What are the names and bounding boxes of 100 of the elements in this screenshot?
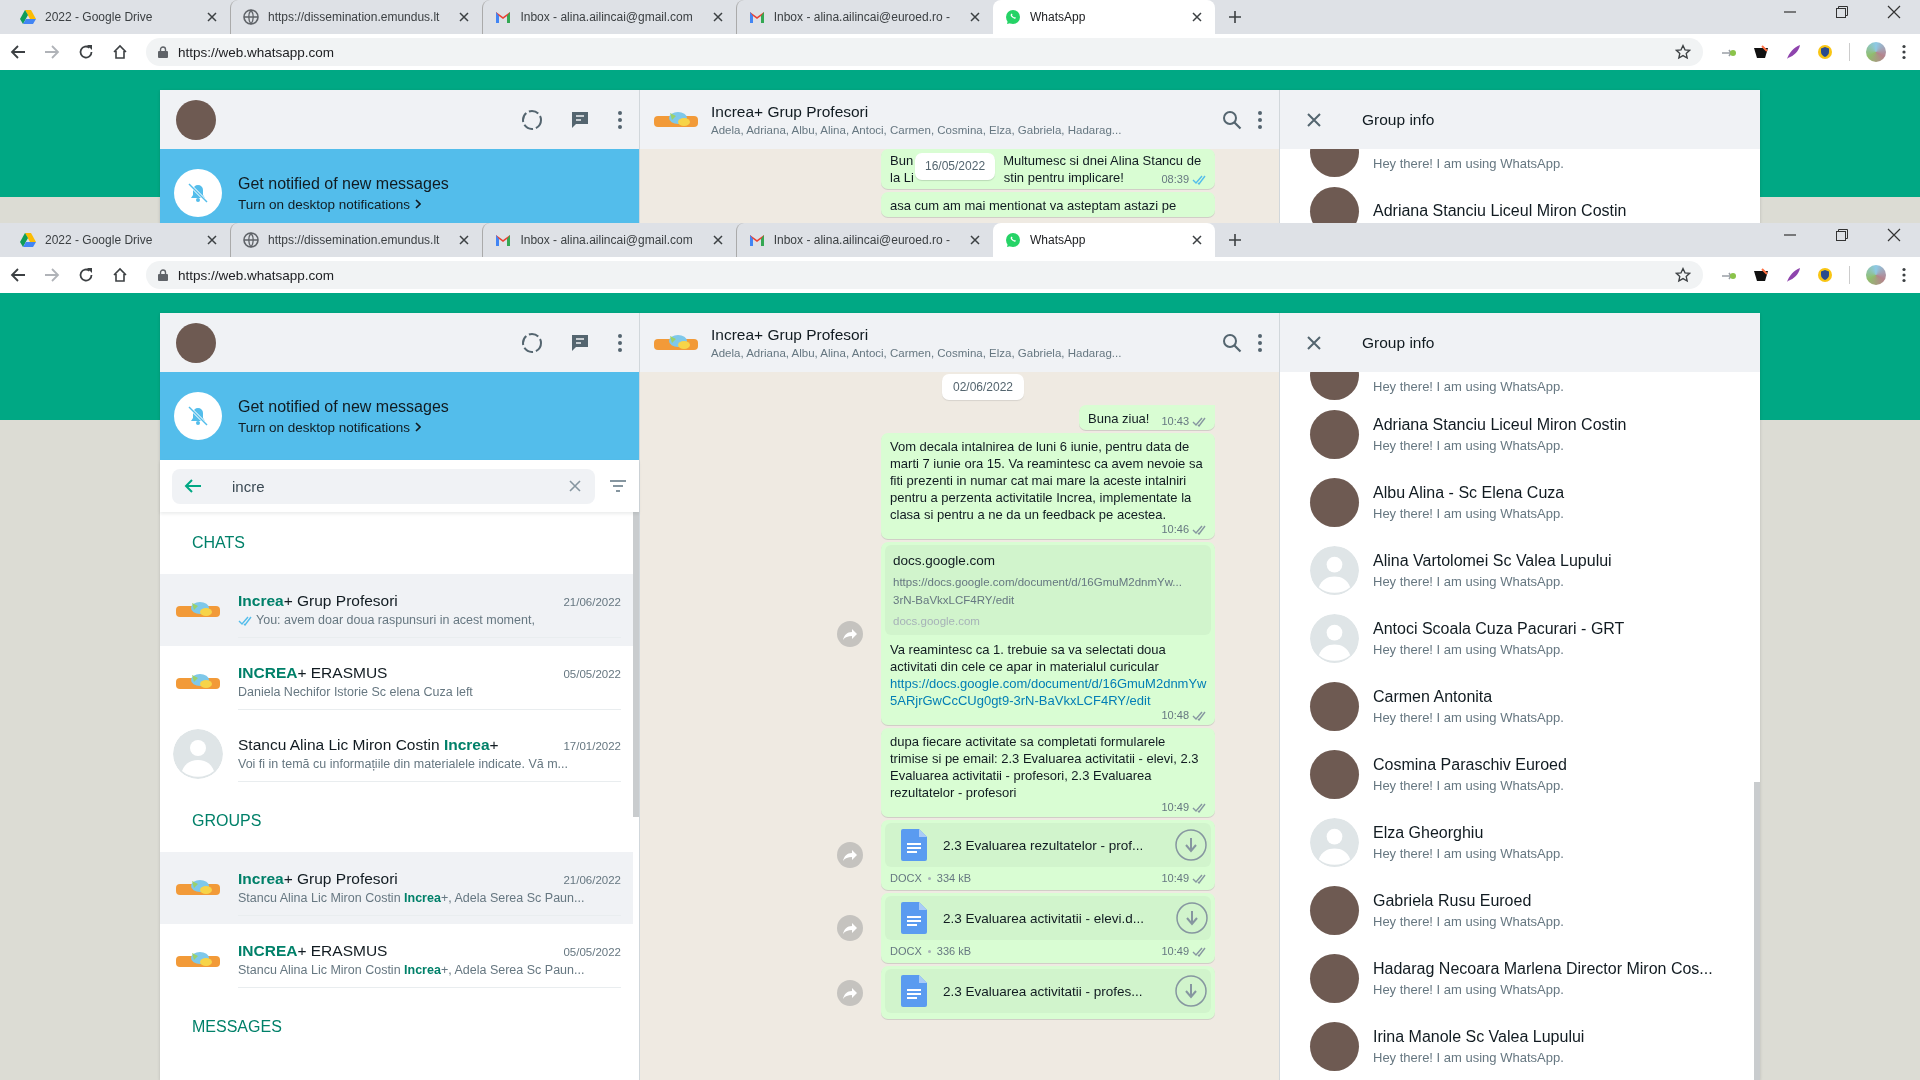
avatar bbox=[1310, 1021, 1359, 1071]
menu-icon[interactable] bbox=[617, 109, 623, 130]
back-arrow-icon[interactable] bbox=[10, 44, 26, 60]
restore-icon[interactable] bbox=[1835, 228, 1849, 242]
reload-icon[interactable] bbox=[78, 267, 94, 283]
default-avatar-icon bbox=[173, 729, 223, 779]
member-status: Hey there! I am using WhatsApp. bbox=[1373, 777, 1565, 793]
message-preview: Stancu Alina Lic Miron Costin Increa+, Adela Serea Sc Paun... bbox=[238, 963, 585, 977]
member-item[interactable]: Cosmina Paraschiv Euroed Hey there! I am using WhatsApp. bbox=[1280, 740, 1752, 808]
member-status: Hey there! I am using WhatsApp. bbox=[1373, 437, 1565, 453]
chat-list-item[interactable]: Increa+ Grup Profesori 21/06/2022 You: avem doar doua raspunsuri in acest moment, bbox=[160, 574, 633, 646]
search-icon[interactable] bbox=[1222, 109, 1242, 130]
download-icon[interactable] bbox=[1174, 975, 1207, 1007]
member-item[interactable]: Adriana Stanciu Liceul Miron Costin Hey there! I am using WhatsApp. bbox=[1280, 400, 1752, 468]
address-bar[interactable]: https://web.whatsapp.com bbox=[146, 261, 1703, 289]
download-icon[interactable] bbox=[1175, 829, 1208, 861]
browser-tab[interactable]: WhatsApp bbox=[992, 223, 1215, 257]
member-item[interactable]: Alina Vartolomei Sc Valea Lupului Hey there! I am using WhatsApp. bbox=[1280, 536, 1752, 604]
shield-icon[interactable] bbox=[1817, 267, 1833, 283]
member-name: Elza Gheorghiu bbox=[1373, 823, 1485, 842]
feather-icon[interactable] bbox=[1785, 44, 1801, 60]
member-item[interactable]: Hey there! I am using WhatsApp. bbox=[1280, 372, 1752, 400]
clear-icon[interactable] bbox=[569, 480, 581, 492]
panel-title: Group info bbox=[1362, 110, 1435, 129]
chat-date: 05/05/2022 bbox=[563, 946, 621, 958]
notification-banner[interactable]: Get notified of new messages Turn on desktop notifications bbox=[160, 149, 639, 223]
date-badge: 02/06/2022 bbox=[941, 374, 1025, 400]
download-icon[interactable] bbox=[1176, 902, 1209, 934]
reload-icon[interactable] bbox=[78, 44, 94, 60]
member-name: Albu Alina - Sc Elena Cuza bbox=[1373, 483, 1566, 502]
member-item[interactable]: Hey there! I am using WhatsApp. bbox=[1280, 149, 1752, 177]
shield-icon[interactable] bbox=[1817, 44, 1833, 60]
bell-off-icon bbox=[174, 169, 222, 217]
member-item[interactable]: Gabriela Rusu Euroed Hey there! I am using WhatsApp. bbox=[1280, 876, 1752, 944]
extension-icon[interactable] bbox=[1753, 44, 1769, 60]
scrollbar-thumb[interactable] bbox=[633, 512, 639, 817]
member-item[interactable]: Carmen Antonita Hey there! I am using WhatsApp. bbox=[1280, 672, 1752, 740]
search-field[interactable]: incre bbox=[172, 468, 595, 504]
mail-icon bbox=[495, 232, 512, 248]
member-names: Adela, Adriana, Albu, Alina, Antoci, Carmen, Cosmina, Elza, Gabriela, Hadarag... bbox=[711, 124, 1123, 136]
feather-icon[interactable] bbox=[1785, 267, 1801, 283]
member-status: Hey there! I am using WhatsApp. bbox=[1373, 1049, 1565, 1065]
menu-icon[interactable] bbox=[1902, 44, 1906, 60]
menu-icon[interactable] bbox=[1257, 109, 1263, 130]
avatar bbox=[1310, 953, 1359, 1003]
banner-link[interactable]: Turn on desktop notifications bbox=[238, 419, 411, 435]
notification-banner[interactable]: Get notified of new messages Turn on desktop notifications bbox=[160, 372, 639, 460]
chat-list-item[interactable]: INCREA+ ERASMUS 05/05/2022 Daniela Nechifor Istorie Sc elena Cuza left bbox=[160, 646, 633, 718]
member-item[interactable]: Albu Alina - Sc Elena Cuza Hey there! I am using WhatsApp. bbox=[1280, 468, 1752, 536]
message-text: asa cum am mai mentionat va asteptam astazi pe bbox=[890, 197, 1178, 214]
message-link[interactable]: https://docs.google.com/document/d/16GmuM2dnmYw5ARjrGwCcCUg0gt9-3rN-BaVkxLCF4RY/edit bbox=[890, 675, 1207, 709]
status-icon[interactable] bbox=[521, 331, 543, 354]
close-icon[interactable] bbox=[1306, 111, 1322, 128]
star-icon[interactable] bbox=[1675, 44, 1691, 60]
filter-icon[interactable] bbox=[609, 479, 627, 493]
browser-tab[interactable]: 2022 - Google Drive bbox=[8, 223, 230, 257]
group-logo-icon bbox=[176, 952, 220, 968]
status-icon[interactable] bbox=[521, 108, 543, 131]
browser-tab[interactable]: 2022 - Google Drive bbox=[8, 0, 230, 34]
member-item[interactable]: Elza Gheorghiu Hey there! I am using WhatsApp. bbox=[1280, 808, 1752, 876]
profile-avatar[interactable] bbox=[1866, 265, 1886, 285]
search-icon[interactable] bbox=[1222, 332, 1242, 353]
banner-link[interactable]: Turn on desktop notifications bbox=[238, 196, 411, 212]
menu-icon[interactable] bbox=[1257, 332, 1263, 353]
lock-icon bbox=[158, 46, 168, 58]
star-icon[interactable] bbox=[1675, 267, 1691, 283]
home-icon[interactable] bbox=[112, 267, 128, 283]
document-attachment[interactable]: 2.3 Evaluarea activitatii - profes... bbox=[885, 969, 1211, 1013]
extension-icon[interactable] bbox=[1753, 267, 1769, 283]
new-tab-icon[interactable] bbox=[1226, 9, 1243, 25]
close-icon[interactable] bbox=[1887, 228, 1901, 242]
chat-date: 17/01/2022 bbox=[563, 740, 621, 752]
member-name: Cosmina Paraschiv Euroed bbox=[1373, 755, 1568, 774]
scrollbar-thumb[interactable] bbox=[1754, 782, 1760, 1080]
chat-list-item[interactable]: Increa+ Grup Profesori 21/06/2022 Stancu Alina Lic Miron Costin Increa+, Adela Serea Sc Paun... bbox=[160, 852, 633, 924]
profile-avatar[interactable] bbox=[1866, 42, 1886, 62]
menu-icon[interactable] bbox=[1902, 267, 1906, 283]
menu-icon[interactable] bbox=[617, 332, 623, 353]
member-item[interactable]: Hadarag Necoara Marlena Director Miron Cos... Hey there! I am using WhatsApp. bbox=[1280, 944, 1752, 1012]
home-icon[interactable] bbox=[112, 44, 128, 60]
member-item[interactable]: Irina Manole Sc Valea Lupului Hey there! I am using WhatsApp. bbox=[1280, 1012, 1752, 1080]
new-tab-icon[interactable] bbox=[1226, 232, 1243, 248]
chat-list-item[interactable]: INCREA+ ERASMUS 05/05/2022 Stancu Alina Lic Miron Costin Increa+, Adela Serea Sc Paun... bbox=[160, 924, 633, 996]
member-name: Adriana Stanciu Liceul Miron Costin bbox=[1373, 415, 1628, 434]
file-type: DOCX bbox=[890, 871, 922, 886]
member-name: Alina Vartolomei Sc Valea Lupului bbox=[1373, 551, 1613, 570]
close-icon[interactable] bbox=[1887, 5, 1901, 19]
member-item[interactable]: Antoci Scoala Cuza Pacurari - GRT Hey there! I am using WhatsApp. bbox=[1280, 604, 1752, 672]
document-icon bbox=[901, 829, 927, 861]
document-attachment[interactable]: 2.3 Evaluarea rezultatelor - prof... bbox=[885, 823, 1211, 867]
restore-icon[interactable] bbox=[1835, 5, 1849, 19]
browser-tab[interactable]: WhatsApp bbox=[992, 0, 1215, 34]
member-name: Gabriela Rusu Euroed bbox=[1373, 891, 1533, 910]
document-attachment[interactable]: 2.3 Evaluarea activitatii - elevi.d... bbox=[885, 896, 1211, 940]
close-icon[interactable] bbox=[1306, 334, 1322, 351]
message-preview: You: avem doar doua raspunsuri in acest moment, bbox=[256, 613, 535, 627]
address-bar[interactable]: https://web.whatsapp.com bbox=[146, 38, 1703, 66]
chat-list-item[interactable]: Stancu Alina Lic Miron Costin Increa+ 17/01/2022 Voi fi in temă cu informațiile din materialele indicate. Vă m... bbox=[160, 718, 633, 790]
link-preview[interactable]: docs.google.com https://docs.google.com/document/d/16GmuM2dnmYw... 3rN-BaVkxLCF4RY/edit docs.google.com bbox=[885, 545, 1211, 635]
back-arrow-icon[interactable] bbox=[10, 267, 26, 283]
